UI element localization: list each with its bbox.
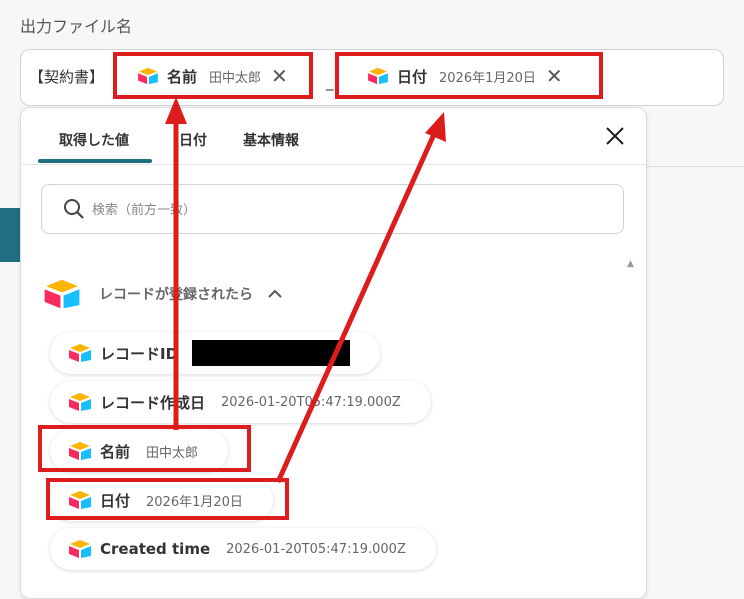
- arrow-head-name: [165, 97, 187, 124]
- arrow-line-date: [275, 130, 438, 484]
- annotation-arrows: [165, 97, 446, 484]
- arrow-head-date: [425, 112, 446, 142]
